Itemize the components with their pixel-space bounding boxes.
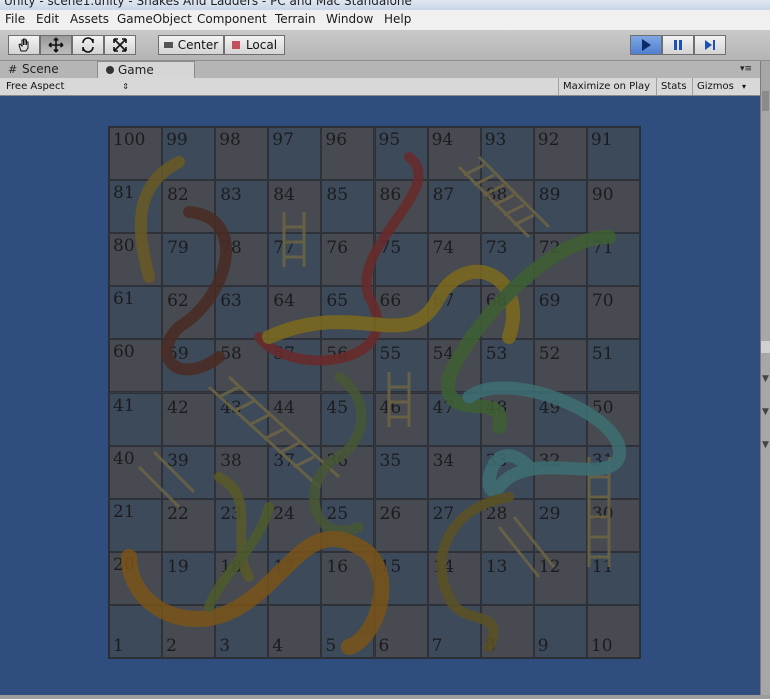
panel-divider[interactable] (761, 341, 770, 353)
board-artwork (121, 152, 626, 655)
menu-window[interactable]: Window (326, 12, 373, 26)
pause-button[interactable] (662, 35, 694, 55)
game-view[interactable]: 10 9 8 7 6 5 4 3 2 1 11 12 13 14 15 16 17 18 19 20 30 29 28 27 2… (0, 96, 760, 695)
scale-tool-button[interactable] (104, 35, 136, 55)
stats-toggle[interactable]: Stats (656, 78, 692, 95)
pivot-icon (163, 42, 173, 48)
gizmos-label: Gizmos (697, 81, 734, 92)
move-icon (48, 37, 64, 53)
status-bar (0, 695, 770, 699)
aspect-label: Free Aspect (6, 81, 65, 92)
menu-component[interactable]: Component (197, 12, 267, 26)
gizmos-dropdown[interactable]: Gizmos ▾ (692, 78, 749, 95)
tab-scene-label: Scene (22, 62, 59, 76)
foldout-arrow-icon[interactable]: ▼ (762, 374, 769, 384)
chevron-down-icon: ▾ (741, 82, 746, 91)
scene-grid-icon: # (8, 63, 18, 76)
hand-tool-button[interactable] (8, 35, 40, 55)
play-button[interactable] (630, 35, 662, 55)
tab-menu-icon[interactable]: ▾≡ (740, 64, 752, 74)
foldout-arrow-icon[interactable]: ▼ (762, 407, 769, 417)
window-title: Unity - scene1.unity - Snakes And Ladder… (4, 0, 412, 8)
menu-assets[interactable]: Assets (70, 12, 109, 26)
tab-game[interactable]: Game (97, 61, 195, 78)
window-title-bar: Unity - scene1.unity - Snakes And Ladder… (0, 0, 770, 10)
menu-bar: File Edit Assets GameObject Component Te… (0, 10, 770, 30)
snakes-ladders-board: 10 9 8 7 6 5 4 3 2 1 11 12 13 14 15 16 17 18 19 20 30 29 28 27 2… (108, 126, 641, 659)
foldout-arrow-icon[interactable]: ▼ (762, 440, 769, 450)
menu-file[interactable]: File (5, 12, 25, 26)
pause-icon (674, 40, 682, 50)
step-icon (705, 40, 715, 50)
pivot-label: Center (177, 38, 219, 52)
move-tool-button[interactable] (40, 35, 72, 55)
space-local-button[interactable]: Local (224, 35, 285, 55)
cube-icon (231, 41, 240, 49)
tab-game-label: Game (118, 63, 154, 77)
aspect-dropdown[interactable]: Free Aspect ⇕ (2, 78, 132, 95)
game-view-toolbar: Free Aspect ⇕ Maximize on Play Stats Giz… (0, 78, 760, 96)
tab-scene[interactable]: # Scene (2, 61, 96, 78)
step-button[interactable] (694, 35, 726, 55)
rotate-icon (82, 37, 94, 53)
hand-icon (18, 38, 29, 52)
game-pacman-icon (106, 66, 114, 74)
dropdown-arrows-icon: ⇕ (122, 82, 129, 91)
menu-edit[interactable]: Edit (36, 12, 59, 26)
menu-terrain[interactable]: Terrain (275, 12, 316, 26)
space-label: Local (245, 38, 278, 52)
inspector-panel-edge: ▼ ▼ ▼ (760, 61, 770, 699)
pivot-center-button[interactable]: Center (158, 35, 224, 55)
main-toolbar: Center Local (0, 30, 770, 61)
view-tab-bar: # Scene Game ▾≡ (0, 61, 760, 78)
scrollbar-thumb[interactable] (762, 91, 769, 111)
menu-gameobject[interactable]: GameObject (117, 12, 192, 26)
play-icon (642, 39, 651, 51)
rotate-tool-button[interactable] (72, 35, 104, 55)
snake-graphic (121, 152, 626, 655)
scale-icon (113, 38, 127, 52)
maximize-on-play-toggle[interactable]: Maximize on Play (558, 78, 656, 95)
menu-help[interactable]: Help (384, 12, 411, 26)
